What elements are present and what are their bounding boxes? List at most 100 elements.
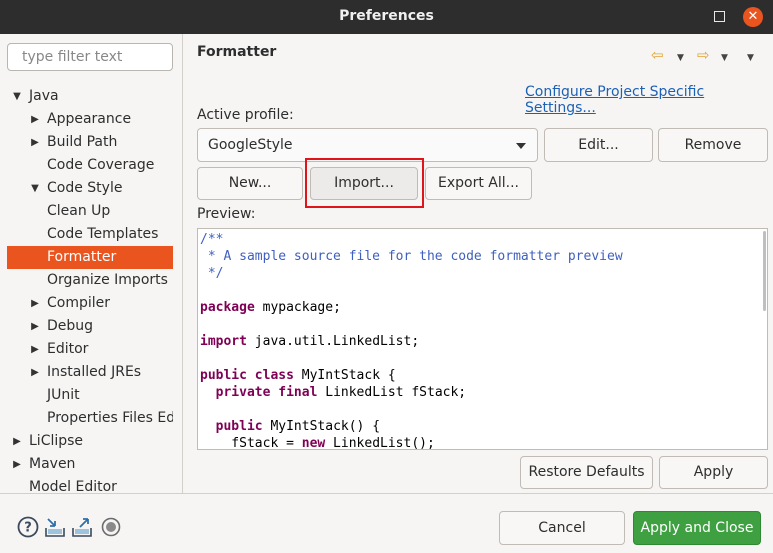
- tree-item-java[interactable]: ▼ Java: [7, 85, 173, 108]
- code-line: public MyIntStack() {: [200, 418, 380, 435]
- tree-item-label: Java: [29, 88, 59, 104]
- back-arrow-icon[interactable]: ⇦: [651, 46, 664, 64]
- chevron-right-icon[interactable]: ▶: [11, 430, 23, 453]
- export-prefs-icon[interactable]: [71, 516, 93, 538]
- active-profile-select[interactable]: GoogleStyle: [197, 128, 538, 162]
- tree-item-editor[interactable]: ▶ Editor: [7, 338, 173, 361]
- tree-item-label: Organize Imports: [47, 272, 168, 288]
- record-icon[interactable]: [100, 516, 122, 538]
- edit-button[interactable]: Edit...: [544, 128, 653, 162]
- code-text: LinkedList fStack;: [317, 385, 467, 400]
- tree-item-installed-jres[interactable]: ▶ Installed JREs: [7, 361, 173, 384]
- tree-item-formatter[interactable]: Formatter: [7, 246, 173, 269]
- help-icon[interactable]: ?: [17, 516, 39, 538]
- tree-item-label: Compiler: [47, 295, 111, 311]
- tree-item-label: Code Coverage: [47, 157, 155, 173]
- view-menu-icon[interactable]: ▼: [747, 53, 754, 63]
- tree-item-label: Maven: [29, 456, 76, 472]
- tree-item-properties-files-editor[interactable]: Properties Files Editor: [7, 407, 173, 430]
- tree-item-label: Code Style: [47, 180, 123, 196]
- code-keyword: final: [278, 385, 318, 400]
- tree-item-label: Code Templates: [47, 226, 159, 242]
- tree-item-code-templates[interactable]: Code Templates: [7, 223, 173, 246]
- active-profile-value: GoogleStyle: [208, 137, 293, 153]
- apply-button[interactable]: Apply: [659, 456, 768, 489]
- chevron-right-icon[interactable]: ▶: [11, 453, 23, 476]
- footer-divider: [0, 493, 773, 494]
- window-title: Preferences: [339, 8, 434, 24]
- code-text: fStack =: [200, 436, 302, 450]
- back-history-dropdown-icon[interactable]: ▼: [677, 53, 684, 63]
- code-text: java.util.LinkedList;: [246, 334, 420, 349]
- chevron-right-icon[interactable]: ▶: [29, 108, 41, 131]
- code-keyword: import: [200, 334, 247, 349]
- tree-item-code-coverage[interactable]: Code Coverage: [7, 154, 173, 177]
- export-all-button[interactable]: Export All...: [425, 167, 532, 200]
- new-button[interactable]: New...: [197, 167, 303, 200]
- configure-project-settings-link[interactable]: Configure Project Specific Settings...: [525, 84, 773, 116]
- cancel-button[interactable]: Cancel: [499, 511, 625, 545]
- code-line: private final LinkedList fStack;: [200, 384, 466, 401]
- tree-item-label: Editor: [47, 341, 89, 357]
- tree-item-label: Debug: [47, 318, 94, 334]
- filter-input[interactable]: [7, 43, 173, 71]
- chevron-down-icon: [516, 143, 526, 149]
- import-button[interactable]: Import...: [310, 167, 418, 200]
- forward-arrow-icon[interactable]: ⇨: [697, 46, 710, 64]
- restore-defaults-button[interactable]: Restore Defaults: [520, 456, 653, 489]
- tree-item-label: Build Path: [47, 134, 118, 150]
- code-text: MyIntStack {: [293, 368, 396, 383]
- tree-item-clean-up[interactable]: Clean Up: [7, 200, 173, 223]
- code-keyword: public: [215, 419, 263, 434]
- tree-item-code-style[interactable]: ▼ Code Style: [7, 177, 173, 200]
- chevron-right-icon[interactable]: ▶: [29, 131, 41, 154]
- code-line: import java.util.LinkedList;: [200, 333, 419, 350]
- close-icon[interactable]: ✕: [743, 7, 763, 27]
- tree-item-maven[interactable]: ▶ Maven: [7, 453, 173, 476]
- tree-item-label: JUnit: [47, 387, 80, 403]
- tree-item-junit[interactable]: JUnit: [7, 384, 173, 407]
- forward-history-dropdown-icon[interactable]: ▼: [721, 53, 728, 63]
- chevron-down-icon[interactable]: ▼: [11, 85, 23, 108]
- tree-item-organize-imports[interactable]: Organize Imports: [7, 269, 173, 292]
- chevron-right-icon[interactable]: ▶: [29, 338, 41, 361]
- tree-item-compiler[interactable]: ▶ Compiler: [7, 292, 173, 315]
- tree-item-label: Properties Files Editor: [47, 410, 173, 426]
- maximize-icon[interactable]: [714, 11, 725, 22]
- tree-item-label: Formatter: [47, 249, 117, 265]
- code-keyword: package: [200, 300, 255, 315]
- code-keyword: private: [215, 385, 271, 400]
- code-line: /**: [200, 231, 223, 248]
- code-keyword: public: [200, 368, 247, 383]
- active-profile-label: Active profile:: [197, 107, 294, 123]
- tree-item-label: Clean Up: [47, 203, 111, 219]
- chevron-right-icon[interactable]: ▶: [29, 361, 41, 384]
- code-text: LinkedList();: [325, 436, 435, 450]
- preview-scrollbar[interactable]: [763, 231, 766, 311]
- import-prefs-icon[interactable]: [44, 516, 66, 538]
- code-comment: * A sample source file for the code form…: [200, 249, 623, 264]
- code-line: * A sample source file for the code form…: [200, 248, 623, 265]
- remove-button[interactable]: Remove: [658, 128, 768, 162]
- chevron-right-icon[interactable]: ▶: [29, 315, 41, 338]
- code-preview[interactable]: /** * A sample source file for the code …: [197, 228, 768, 450]
- code-comment: /**: [200, 232, 224, 247]
- tree-item-build-path[interactable]: ▶ Build Path: [7, 131, 173, 154]
- tree-item-liclipse[interactable]: ▶ LiClipse: [7, 430, 173, 453]
- chevron-down-icon[interactable]: ▼: [29, 177, 41, 200]
- code-line: package mypackage;: [200, 299, 341, 316]
- tree-item-label: LiClipse: [29, 433, 84, 449]
- tree-item-model-editor[interactable]: Model Editor: [7, 476, 173, 493]
- code-line: public class MyIntStack {: [200, 367, 396, 384]
- apply-and-close-button[interactable]: Apply and Close: [633, 511, 761, 545]
- title-bar: Preferences ✕: [0, 0, 773, 34]
- chevron-right-icon[interactable]: ▶: [29, 292, 41, 315]
- svg-text:?: ?: [24, 521, 32, 536]
- preview-label: Preview:: [197, 206, 256, 222]
- tree-item-debug[interactable]: ▶ Debug: [7, 315, 173, 338]
- tree-item-appearance[interactable]: ▶ Appearance: [7, 108, 173, 131]
- tree-item-label: Appearance: [47, 111, 132, 127]
